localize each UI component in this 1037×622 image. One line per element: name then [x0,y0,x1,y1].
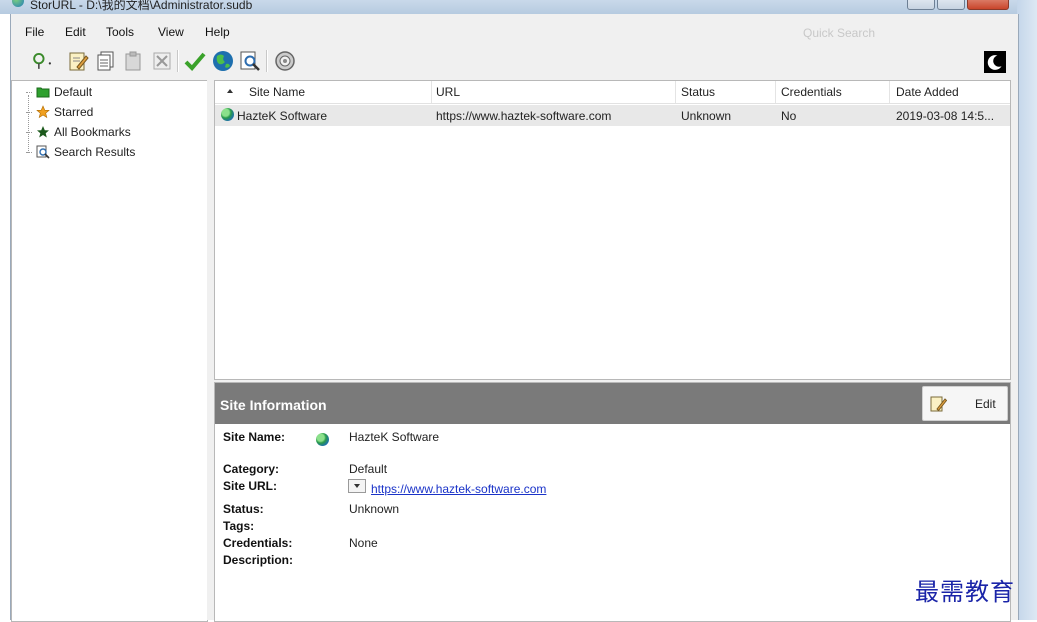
find-icon [240,51,260,71]
search-results-icon [36,145,50,159]
title-bar: StorURL - D:\我的文档\Administrator.sudb [0,0,1017,14]
edit-icon [69,52,89,71]
theme-toggle-button[interactable] [984,51,1006,73]
column-header-credentials[interactable]: Credentials [781,85,842,99]
add-bookmark-button[interactable] [27,49,57,73]
delete-button[interactable] [150,49,174,73]
column-divider[interactable] [431,81,432,103]
column-divider[interactable] [675,81,676,103]
info-title: Site Information [220,397,327,413]
site-globe-icon [316,433,329,449]
tree-connector [26,111,32,113]
tree-item-label: Starred [54,105,94,119]
tree-item-label: Default [54,85,93,99]
value-credentials: None [349,536,378,550]
tree-connector [26,131,32,133]
value-site-name: HazteK Software [349,430,440,444]
tree-item-label: Search Results [54,145,136,159]
pane-splitter[interactable] [207,80,213,620]
tree-item-all-bookmarks[interactable]: All Bookmarks [26,123,131,141]
menu-file[interactable]: File [25,25,44,39]
column-header-status[interactable]: Status [681,85,715,99]
toolbar [11,44,1018,78]
app-frame: File Edit Tools View Help Quick Search D… [10,14,1019,622]
find-button[interactable] [238,49,262,73]
menu-view[interactable]: View [158,25,184,39]
moon-icon [987,55,1002,70]
quick-search-input[interactable] [801,23,1005,43]
label-tags: Tags: [223,519,255,533]
tree-item-label: All Bookmarks [54,125,131,139]
column-divider[interactable] [889,81,890,103]
paste-button[interactable] [121,49,145,73]
edit-button-label: Edit [975,397,996,411]
column-header-site-name[interactable]: Site Name [249,85,305,99]
label-site-name: Site Name: [223,430,286,444]
sort-ascending-icon [227,89,233,93]
star-icon [37,126,49,138]
menu-edit[interactable]: Edit [65,25,86,39]
menu-bar: File Edit Tools View Help [11,14,1018,44]
toolbar-separator [266,50,268,72]
table-row[interactable]: HazteK Software https://www.haztek-softw… [215,105,1010,126]
url-dropdown-button[interactable] [348,479,366,493]
cell-credentials: No [781,109,797,123]
watermark-text: 最需教育 [915,578,1015,606]
value-category: Default [349,462,388,476]
label-category: Category: [223,462,280,476]
cell-url: https://www.haztek-software.com [436,109,612,123]
bookmark-list: Site Name URL Status Credentials Date Ad… [214,80,1011,380]
cell-site-name: HazteK Software [237,109,328,123]
column-header-url[interactable]: URL [436,85,460,99]
open-site-button[interactable] [211,49,235,73]
settings-icon [275,51,295,71]
minimize-button[interactable] [907,0,935,10]
list-header: Site Name URL Status Credentials Date Ad… [215,81,1010,104]
close-button[interactable] [967,0,1009,10]
site-information-panel: Site Information Edit Site Name: HazteK … [214,382,1011,622]
tree-item-starred[interactable]: Starred [26,103,93,121]
check-icon [184,52,206,71]
label-status: Status: [223,502,264,516]
column-divider[interactable] [775,81,776,103]
menu-tools[interactable]: Tools [106,25,134,39]
edit-bookmark-button[interactable] [66,49,90,73]
paste-icon [125,51,141,71]
add-bookmark-icon [33,52,51,69]
copy-icon [97,51,114,71]
site-globe-icon [221,108,234,124]
category-tree: Default Starred All Bookmarks Search Res… [11,80,208,622]
column-header-date-added[interactable]: Date Added [896,85,959,99]
settings-button[interactable] [273,49,297,73]
cell-date-added: 2019-03-08 14:5... [896,109,995,123]
edit-button[interactable]: Edit [922,386,1008,421]
tree-connector [26,91,32,93]
copy-button[interactable] [94,49,118,73]
app-globe-icon [12,0,24,7]
tree-item-search-results[interactable]: Search Results [26,143,135,161]
tree-item-default[interactable]: Default [26,83,92,101]
window-controls [907,0,1009,10]
label-site-url: Site URL: [223,479,277,493]
delete-icon [153,52,171,70]
menu-help[interactable]: Help [205,25,230,39]
label-description: Description: [223,553,294,567]
window-title: StorURL - D:\我的文档\Administrator.sudb [30,0,253,12]
folder-icon [36,87,50,98]
check-button[interactable] [183,49,207,73]
site-url-link[interactable]: https://www.haztek-software.com [371,482,546,496]
info-header: Site Information Edit [215,383,1010,424]
star-icon [36,105,50,119]
window-edge [1017,0,1037,620]
toolbar-separator [177,50,179,72]
cell-status: Unknown [681,109,732,123]
value-status: Unknown [349,502,400,516]
maximize-button[interactable] [937,0,965,10]
tree-connector [26,151,32,153]
globe-icon [213,51,233,71]
label-credentials: Credentials: [223,536,293,550]
edit-icon [930,396,947,412]
